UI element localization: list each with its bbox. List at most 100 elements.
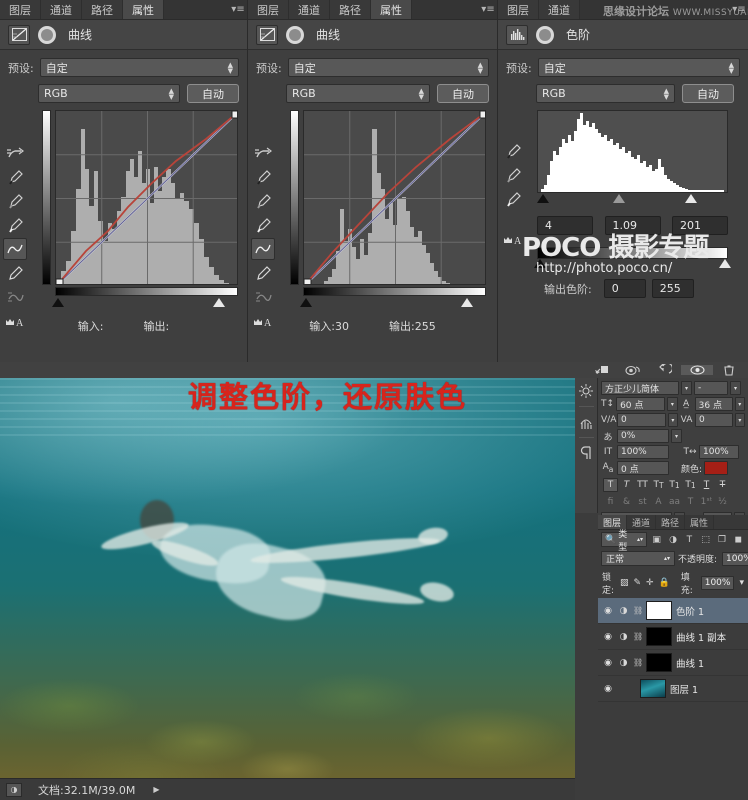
layer-thumbnail[interactable] xyxy=(640,679,666,698)
layer-mask-thumbnail[interactable] xyxy=(646,627,672,646)
clipping-warning-icon[interactable]: A xyxy=(251,310,275,332)
opacity-value[interactable]: 100% xyxy=(722,551,748,566)
image-canvas[interactable] xyxy=(0,378,575,778)
filter-type-text-icon[interactable]: T xyxy=(683,532,696,547)
font-size-dropdown-icon[interactable]: ▾ xyxy=(667,397,678,411)
layer-mask-link-icon[interactable]: ⛓ xyxy=(633,632,643,641)
kerning-dropdown-icon[interactable]: ▾ xyxy=(667,413,679,427)
black-point-eyedropper-icon[interactable] xyxy=(251,166,275,188)
style-small-caps[interactable]: TT xyxy=(651,478,666,492)
adjustments-icon[interactable] xyxy=(577,382,595,400)
black-point-eyedropper-icon[interactable] xyxy=(3,166,27,188)
output-white-slider[interactable] xyxy=(719,259,731,268)
on-image-adjust-icon[interactable] xyxy=(3,142,27,164)
lock-transparent-pixels-icon[interactable]: ▨ xyxy=(620,578,629,588)
tab-channels[interactable]: 通道 xyxy=(539,0,580,19)
preview-toggle-icon[interactable] xyxy=(617,365,649,376)
preset-select-1[interactable]: 自定 ▲ ▼ xyxy=(39,58,239,77)
white-point-eyedropper-icon[interactable] xyxy=(501,188,525,210)
white-point-eyedropper-icon[interactable] xyxy=(251,214,275,236)
tab-properties[interactable]: 属性 xyxy=(685,515,715,529)
auto-button-1[interactable]: 自动 xyxy=(187,84,239,103)
gray-point-eyedropper-icon[interactable] xyxy=(251,190,275,212)
layer-visibility-icon[interactable]: ◉ xyxy=(602,606,614,616)
baseline-shift-field[interactable]: 0 点 xyxy=(617,461,669,475)
auto-button-2[interactable]: 自动 xyxy=(437,84,489,103)
vertical-scale-field[interactable]: 100% xyxy=(617,445,669,459)
tab-layers[interactable]: 图层 xyxy=(248,0,289,19)
channel-select-2[interactable]: RGB ▲ ▼ xyxy=(286,84,430,103)
reset-icon[interactable] xyxy=(649,364,681,376)
auto-button-3[interactable]: 自动 xyxy=(682,84,734,103)
preset-select-2[interactable]: 自定 ▲ ▼ xyxy=(287,58,489,77)
font-size-field[interactable]: 60 点 xyxy=(616,397,666,411)
layer-visibility-icon[interactable]: ◉ xyxy=(602,632,614,642)
panel-menu-icon[interactable]: ▾≡ xyxy=(479,0,497,19)
leading-dropdown-icon[interactable]: ▾ xyxy=(734,397,745,411)
layer-mask-thumbnail[interactable] xyxy=(646,601,672,620)
fill-value[interactable]: 100% xyxy=(700,576,735,590)
lock-position-icon[interactable]: ✛ xyxy=(646,578,654,588)
black-point-eyedropper-icon[interactable] xyxy=(501,140,525,162)
tab-layers[interactable]: 图层 xyxy=(0,0,41,19)
leading-field[interactable]: 36 点 xyxy=(694,397,733,411)
paragraph-icon[interactable] xyxy=(577,444,595,462)
font-family-field[interactable]: 方正少儿简体 xyxy=(601,381,679,395)
tracking-dropdown-icon[interactable]: ▾ xyxy=(734,413,745,427)
filter-adjustment-icon[interactable]: ◑ xyxy=(666,532,679,547)
style-underline[interactable]: T xyxy=(699,478,714,492)
curve-graph-2[interactable] xyxy=(303,110,486,285)
brush-presets-icon[interactable] xyxy=(577,413,595,431)
curve-point-tool-icon[interactable] xyxy=(251,238,275,260)
opentype-fractions[interactable]: ½ xyxy=(715,495,730,509)
scale-vertical-dropdown-icon[interactable]: ▾ xyxy=(671,429,682,443)
output-white-field[interactable]: 255 xyxy=(651,279,694,298)
kerning-field[interactable]: 0 xyxy=(617,413,666,427)
shadow-input-slider[interactable] xyxy=(537,194,549,203)
font-style-dropdown-icon[interactable]: ▾ xyxy=(730,381,741,395)
table-row[interactable]: ◉ ◑ ⛓ 色阶 1 xyxy=(598,598,748,624)
filter-shape-icon[interactable]: ⬚ xyxy=(699,532,712,547)
table-row[interactable]: ◉ ◑ ⛓ 曲线 1 xyxy=(598,650,748,676)
lock-image-pixels-icon[interactable]: ✎ xyxy=(633,578,641,588)
status-expand-icon[interactable]: ▶ xyxy=(153,785,159,794)
preset-select-3[interactable]: 自定 ▲ ▼ xyxy=(537,58,740,77)
tab-layers[interactable]: 图层 xyxy=(498,0,539,19)
opentype-swash[interactable]: A xyxy=(651,495,666,509)
blend-mode-select[interactable]: 正常 ▴▾ xyxy=(601,551,675,566)
layer-visibility-icon[interactable]: ◉ xyxy=(602,684,614,694)
channel-select-3[interactable]: RGB ▲ ▼ xyxy=(536,84,675,103)
tab-properties[interactable]: 属性 xyxy=(123,0,164,19)
pencil-draw-curve-icon[interactable] xyxy=(251,262,275,284)
tab-paths[interactable]: 路径 xyxy=(330,0,371,19)
tab-paths[interactable]: 路径 xyxy=(656,515,686,529)
pencil-draw-curve-icon[interactable] xyxy=(3,262,27,284)
curve-graph-1[interactable] xyxy=(55,110,238,285)
on-image-adjust-icon[interactable] xyxy=(251,142,275,164)
style-subscript[interactable]: T1 xyxy=(683,478,698,492)
black-point-slider-1[interactable] xyxy=(52,298,64,307)
gray-point-eyedropper-icon[interactable] xyxy=(3,190,27,212)
levels-histogram[interactable] xyxy=(537,110,728,193)
filter-type-select[interactable]: 🔍 类型 ▴▾ xyxy=(601,530,647,553)
style-faux-bold[interactable]: T xyxy=(603,478,618,492)
filter-toggle-icon[interactable]: ◼ xyxy=(732,532,745,547)
clip-to-layer-icon[interactable] xyxy=(585,364,617,376)
lock-all-icon[interactable]: 🔒 xyxy=(659,578,670,588)
toggle-visibility-icon[interactable] xyxy=(681,365,713,375)
table-row[interactable]: ◉ 图层 1 xyxy=(598,676,748,702)
font-style-field[interactable]: - xyxy=(694,381,728,395)
style-strikethrough[interactable]: T xyxy=(715,478,730,492)
layer-visibility-icon[interactable]: ◉ xyxy=(602,658,614,668)
tab-properties[interactable]: 属性 xyxy=(371,0,412,19)
black-point-slider-2[interactable] xyxy=(300,298,312,307)
tab-channels[interactable]: 通道 xyxy=(41,0,82,19)
opentype-standard-ligatures[interactable]: fi xyxy=(603,495,618,509)
layer-mask-link-icon[interactable]: ⛓ xyxy=(633,658,643,667)
highlight-input-slider[interactable] xyxy=(685,194,697,203)
channel-select-1[interactable]: RGB ▲ ▼ xyxy=(38,84,180,103)
tab-channels[interactable]: 通道 xyxy=(289,0,330,19)
style-superscript[interactable]: T1 xyxy=(667,478,682,492)
scale-vertical-field[interactable]: 0% xyxy=(617,429,669,443)
style-all-caps[interactable]: TT xyxy=(635,478,650,492)
